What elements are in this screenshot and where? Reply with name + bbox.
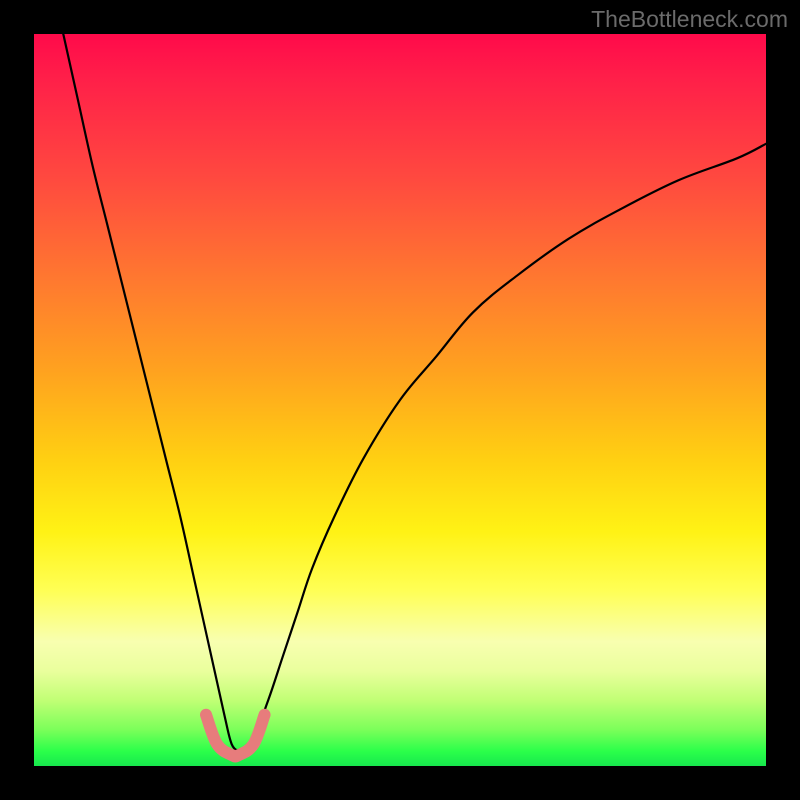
- right-branch-curve: [239, 144, 766, 752]
- left-branch-curve: [63, 34, 239, 751]
- chart-frame: TheBottleneck.com: [0, 0, 800, 800]
- optimal-marker: [206, 715, 265, 757]
- plot-area: [34, 34, 766, 766]
- watermark-text: TheBottleneck.com: [591, 6, 788, 33]
- curve-overlay: [34, 34, 766, 766]
